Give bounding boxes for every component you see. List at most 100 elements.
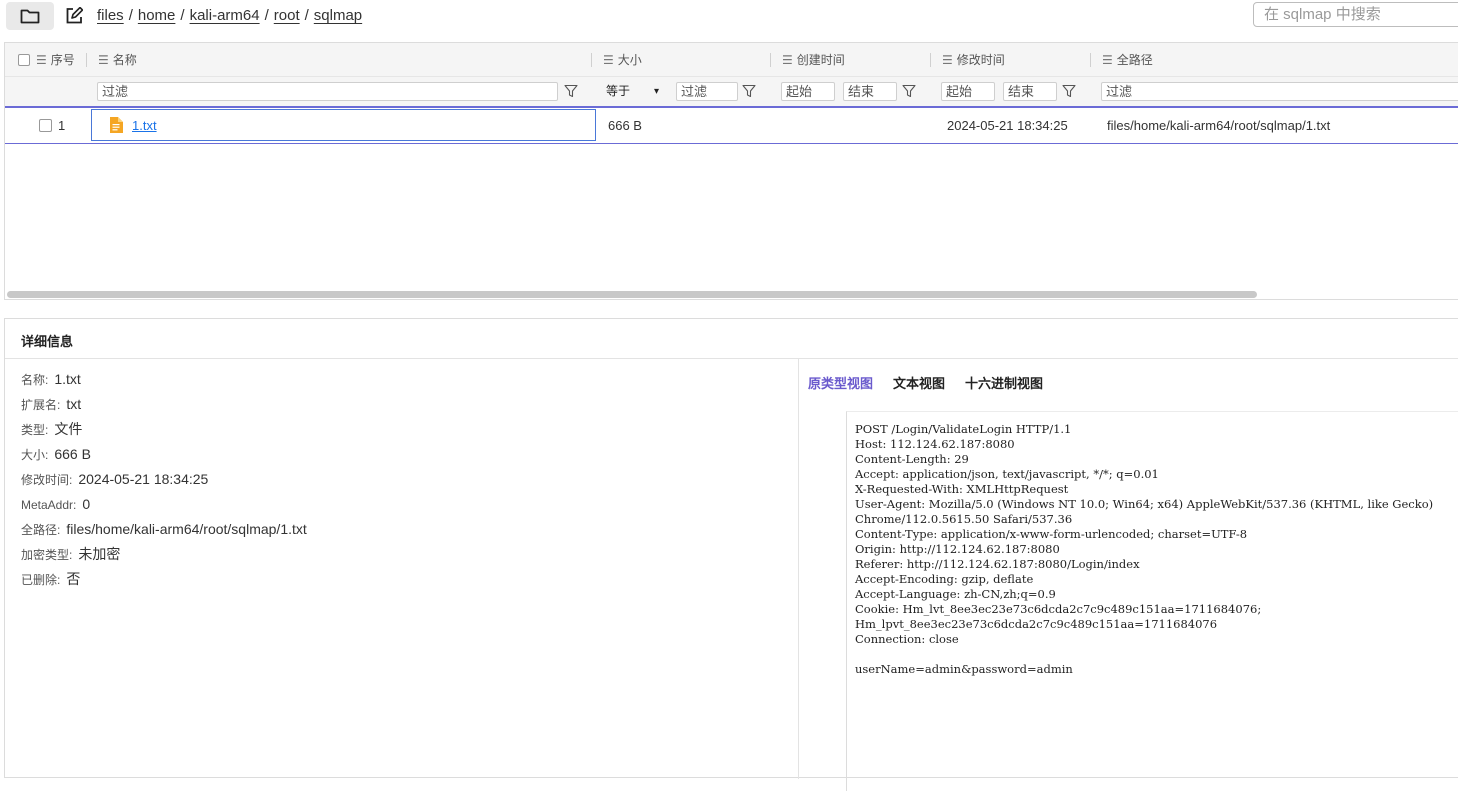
row-checkbox[interactable] [39,119,52,132]
created-end-input[interactable]: 结束 [843,82,897,101]
text-file-icon [110,117,123,133]
size-operator-value: 等于 [606,84,631,98]
size-operator-select[interactable]: 等于 ▾ [606,82,659,101]
file-name-link[interactable]: 1.txt [132,118,157,133]
header-created-label: 创建时间 [796,53,845,67]
row-path: files/home/kali-arm64/root/sqlmap/1.txt [1107,118,1331,133]
filter-funnel-icon[interactable] [1062,84,1076,98]
details-panel: 详细信息 名称: 1.txt 扩展名: txt 类型: 文件 大小: 666 B 修改时… [4,318,1458,791]
modified-end-input[interactable]: 结束 [1003,82,1057,101]
prop-value: txt [66,396,82,412]
panel-divider[interactable] [798,359,799,779]
tab-text-view[interactable]: 文本视图 [893,373,945,392]
prop-label: 大小: [21,448,49,462]
header-name[interactable]: ☰ 名称 [98,43,137,76]
breadcrumb-home[interactable]: home [138,7,176,24]
prop-value: files/home/kali-arm64/root/sqlmap/1.txt [66,521,307,537]
prop-value: 666 B [54,446,91,462]
header-name-label: 名称 [112,53,137,67]
prop-metaaddr: MetaAddr: 0 [21,494,307,519]
prop-label: 全路径: [21,523,61,537]
filter-funnel-icon[interactable] [564,84,578,98]
row-size: 666 B [608,118,642,133]
column-menu-icon[interactable]: ☰ [1102,53,1113,67]
edit-button[interactable] [63,5,85,27]
prop-type: 类型: 文件 [21,419,307,444]
search-input[interactable] [1253,2,1458,27]
prop-path: 全路径: files/home/kali-arm64/root/sqlmap/1.… [21,519,307,544]
file-table: ☰ 序号 ☰ 名称 ☰ 大小 ☰ 创建时间 ☰ 修改时间 ☰ 全路径 过滤 等于… [4,42,1458,300]
column-menu-icon[interactable]: ☰ [603,53,614,67]
tab-native-view[interactable]: 原类型视图 [808,373,873,392]
filter-funnel-icon[interactable] [742,84,756,98]
prop-deleted: 已删除: 否 [21,569,307,594]
header-created[interactable]: ☰ 创建时间 [782,43,845,76]
header-size[interactable]: ☰ 大小 [603,43,642,76]
row-modified: 2024-05-21 18:34:25 [947,118,1068,133]
prop-value: 2024-05-21 18:34:25 [78,471,209,487]
prop-label: 名称: [21,373,49,387]
filter-funnel-icon[interactable] [902,84,916,98]
column-divider[interactable] [591,53,592,67]
row-index-cell: 1 [39,108,65,143]
breadcrumb-kali-arm64[interactable]: kali-arm64 [190,7,260,24]
column-menu-icon[interactable]: ☰ [98,53,109,67]
prop-value: 0 [82,496,91,512]
breadcrumb-separator: / [128,7,133,24]
column-menu-icon[interactable]: ☰ [782,53,793,67]
filter-row: 过滤 等于 ▾ 过滤 起始 结束 起始 结束 过滤 [5,77,1458,108]
header-modified[interactable]: ☰ 修改时间 [942,43,1005,76]
divider [5,358,1458,359]
horizontal-scrollbar[interactable] [7,291,1257,298]
breadcrumb-separator: / [304,7,309,24]
breadcrumb: files / home / kali-arm64/root / sqlmap [97,7,362,24]
prop-extension: 扩展名: txt [21,394,307,419]
prop-size: 大小: 666 B [21,444,307,469]
row-name-cell[interactable]: 1.txt [91,109,596,141]
prop-value: 未加密 [78,546,121,562]
details-title: 详细信息 [21,334,74,349]
column-menu-icon[interactable]: ☰ [36,53,47,67]
header-index[interactable]: ☰ 序号 [18,43,75,76]
breadcrumb-separator: / [264,7,269,24]
prop-value: 文件 [54,421,83,437]
column-divider[interactable] [86,53,87,67]
row-index: 1 [58,118,66,133]
column-divider[interactable] [930,53,931,67]
prop-label: 修改时间: [21,473,73,487]
prop-label: 类型: [21,423,49,437]
breadcrumb-root[interactable]: root [274,7,300,24]
tab-hex-view[interactable]: 十六进制视图 [965,373,1043,392]
file-content-view: POST /Login/ValidateLogin HTTP/1.1 Host:… [846,411,1458,791]
header-path-label: 全路径 [1116,53,1153,67]
size-filter-input[interactable]: 过滤 [676,82,738,101]
prop-name: 名称: 1.txt [21,369,307,394]
prop-value: 1.txt [54,371,81,387]
breadcrumb-sqlmap[interactable]: sqlmap [314,7,362,24]
column-divider[interactable] [770,53,771,67]
prop-modified: 修改时间: 2024-05-21 18:34:25 [21,469,307,494]
prop-label: 已删除: [21,573,61,587]
header-path[interactable]: ☰ 全路径 [1102,43,1153,76]
folder-button[interactable] [6,2,54,30]
path-filter-input[interactable]: 过滤 [1101,82,1458,101]
top-bar: files / home / kali-arm64/root / sqlmap [0,0,1458,34]
prop-label: 加密类型: [21,548,73,562]
prop-label: MetaAddr: [21,498,77,512]
table-row[interactable]: 1 1.txt 666 B 2024-05-21 18:34:25 files/… [5,108,1458,144]
breadcrumb-separator: / [180,7,185,24]
created-start-input[interactable]: 起始 [781,82,835,101]
header-index-label: 序号 [50,53,75,67]
name-filter-input[interactable]: 过滤 [97,82,558,101]
chevron-down-icon: ▾ [654,86,660,97]
breadcrumb-files[interactable]: files [97,7,124,24]
select-all-checkbox[interactable] [18,53,30,66]
column-divider[interactable] [1090,53,1091,67]
property-list: 名称: 1.txt 扩展名: txt 类型: 文件 大小: 666 B 修改时间: 202… [21,369,307,594]
view-tabs: 原类型视图 文本视图 十六进制视图 [808,373,1043,392]
folder-icon [20,9,40,24]
prop-value: 否 [66,571,81,587]
column-menu-icon[interactable]: ☰ [942,53,953,67]
edit-icon [66,7,83,24]
modified-start-input[interactable]: 起始 [941,82,995,101]
